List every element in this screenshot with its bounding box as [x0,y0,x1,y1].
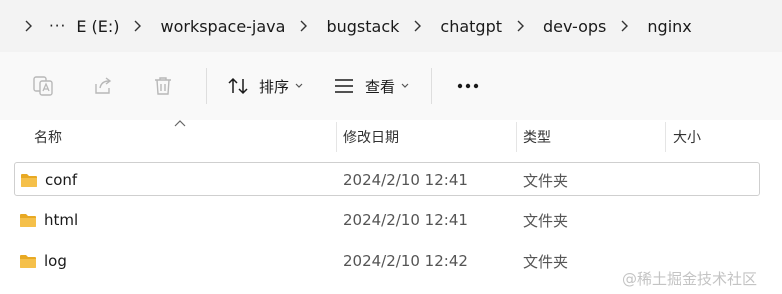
column-header-name[interactable]: 名称 [34,120,62,153]
view-label: 查看 [365,77,396,96]
sort-label: 排序 [259,77,290,96]
file-name: html [44,211,79,229]
type-cell: 文件夹 [523,211,569,230]
column-divider[interactable] [665,122,666,152]
chevron-right-icon[interactable] [18,16,38,36]
column-header-size[interactable]: 大小 [673,120,701,153]
chevron-right-icon[interactable] [293,16,313,36]
column-divider[interactable] [516,122,517,152]
view-button[interactable]: 查看 [325,69,417,103]
breadcrumb-item-drive[interactable]: E (E:) [72,13,123,40]
folder-icon [20,213,36,227]
chevron-right-icon[interactable] [128,16,148,36]
file-row-conf[interactable]: conf 2024/2/10 12:41 文件夹 [14,162,760,196]
toolbar-divider [431,68,433,104]
breadcrumb-item-dev-ops[interactable]: dev-ops [539,13,610,40]
modified-cell: 2024/2/10 12:41 [343,211,468,229]
type-cell: 文件夹 [523,171,569,190]
name-cell: conf [20,163,77,197]
column-divider[interactable] [336,122,337,152]
folder-icon [21,173,37,187]
toolbar-divider [206,68,207,104]
breadcrumb-item-workspace-java[interactable]: workspace-java [157,13,290,40]
breadcrumb-item-chatgpt[interactable]: chatgpt [436,13,506,40]
share-icon[interactable] [86,69,120,103]
sort-button[interactable]: 排序 [219,69,311,103]
modified-cell: 2024/2/10 12:41 [343,171,468,189]
breadcrumb-item-bugstack[interactable]: bugstack [322,13,403,40]
delete-icon[interactable] [146,69,180,103]
command-toolbar: 排序 查看 [0,52,782,120]
translate-icon[interactable] [26,69,60,103]
chevron-right-icon[interactable] [510,16,530,36]
address-breadcrumb: ··· E (E:) workspace-java bugstack chatg… [0,0,782,52]
sort-ascending-icon [174,120,186,127]
column-header-row: 名称 修改日期 类型 大小 [0,120,782,153]
more-options-icon[interactable] [448,69,488,103]
type-cell: 文件夹 [523,252,569,271]
column-header-modified[interactable]: 修改日期 [343,120,399,153]
watermark: @稀土掘金技术社区 [622,270,758,288]
chevron-right-icon[interactable] [407,16,427,36]
file-name: conf [45,171,78,189]
name-cell: html [19,203,78,237]
column-header-type[interactable]: 类型 [523,120,551,153]
file-row-html[interactable]: html 2024/2/10 12:41 文件夹 [14,203,760,237]
folder-icon [20,254,36,268]
view-list-icon [335,79,354,93]
modified-cell: 2024/2/10 12:42 [343,252,468,270]
breadcrumb-overflow-button[interactable]: ··· [49,17,66,35]
sort-arrows-icon [228,77,248,95]
chevron-down-icon [401,83,409,88]
chevron-down-icon [295,83,303,88]
name-cell: log [19,244,67,278]
chevron-right-icon[interactable] [614,16,634,36]
file-name: log [44,252,67,270]
breadcrumb-item-nginx[interactable]: nginx [643,13,695,40]
